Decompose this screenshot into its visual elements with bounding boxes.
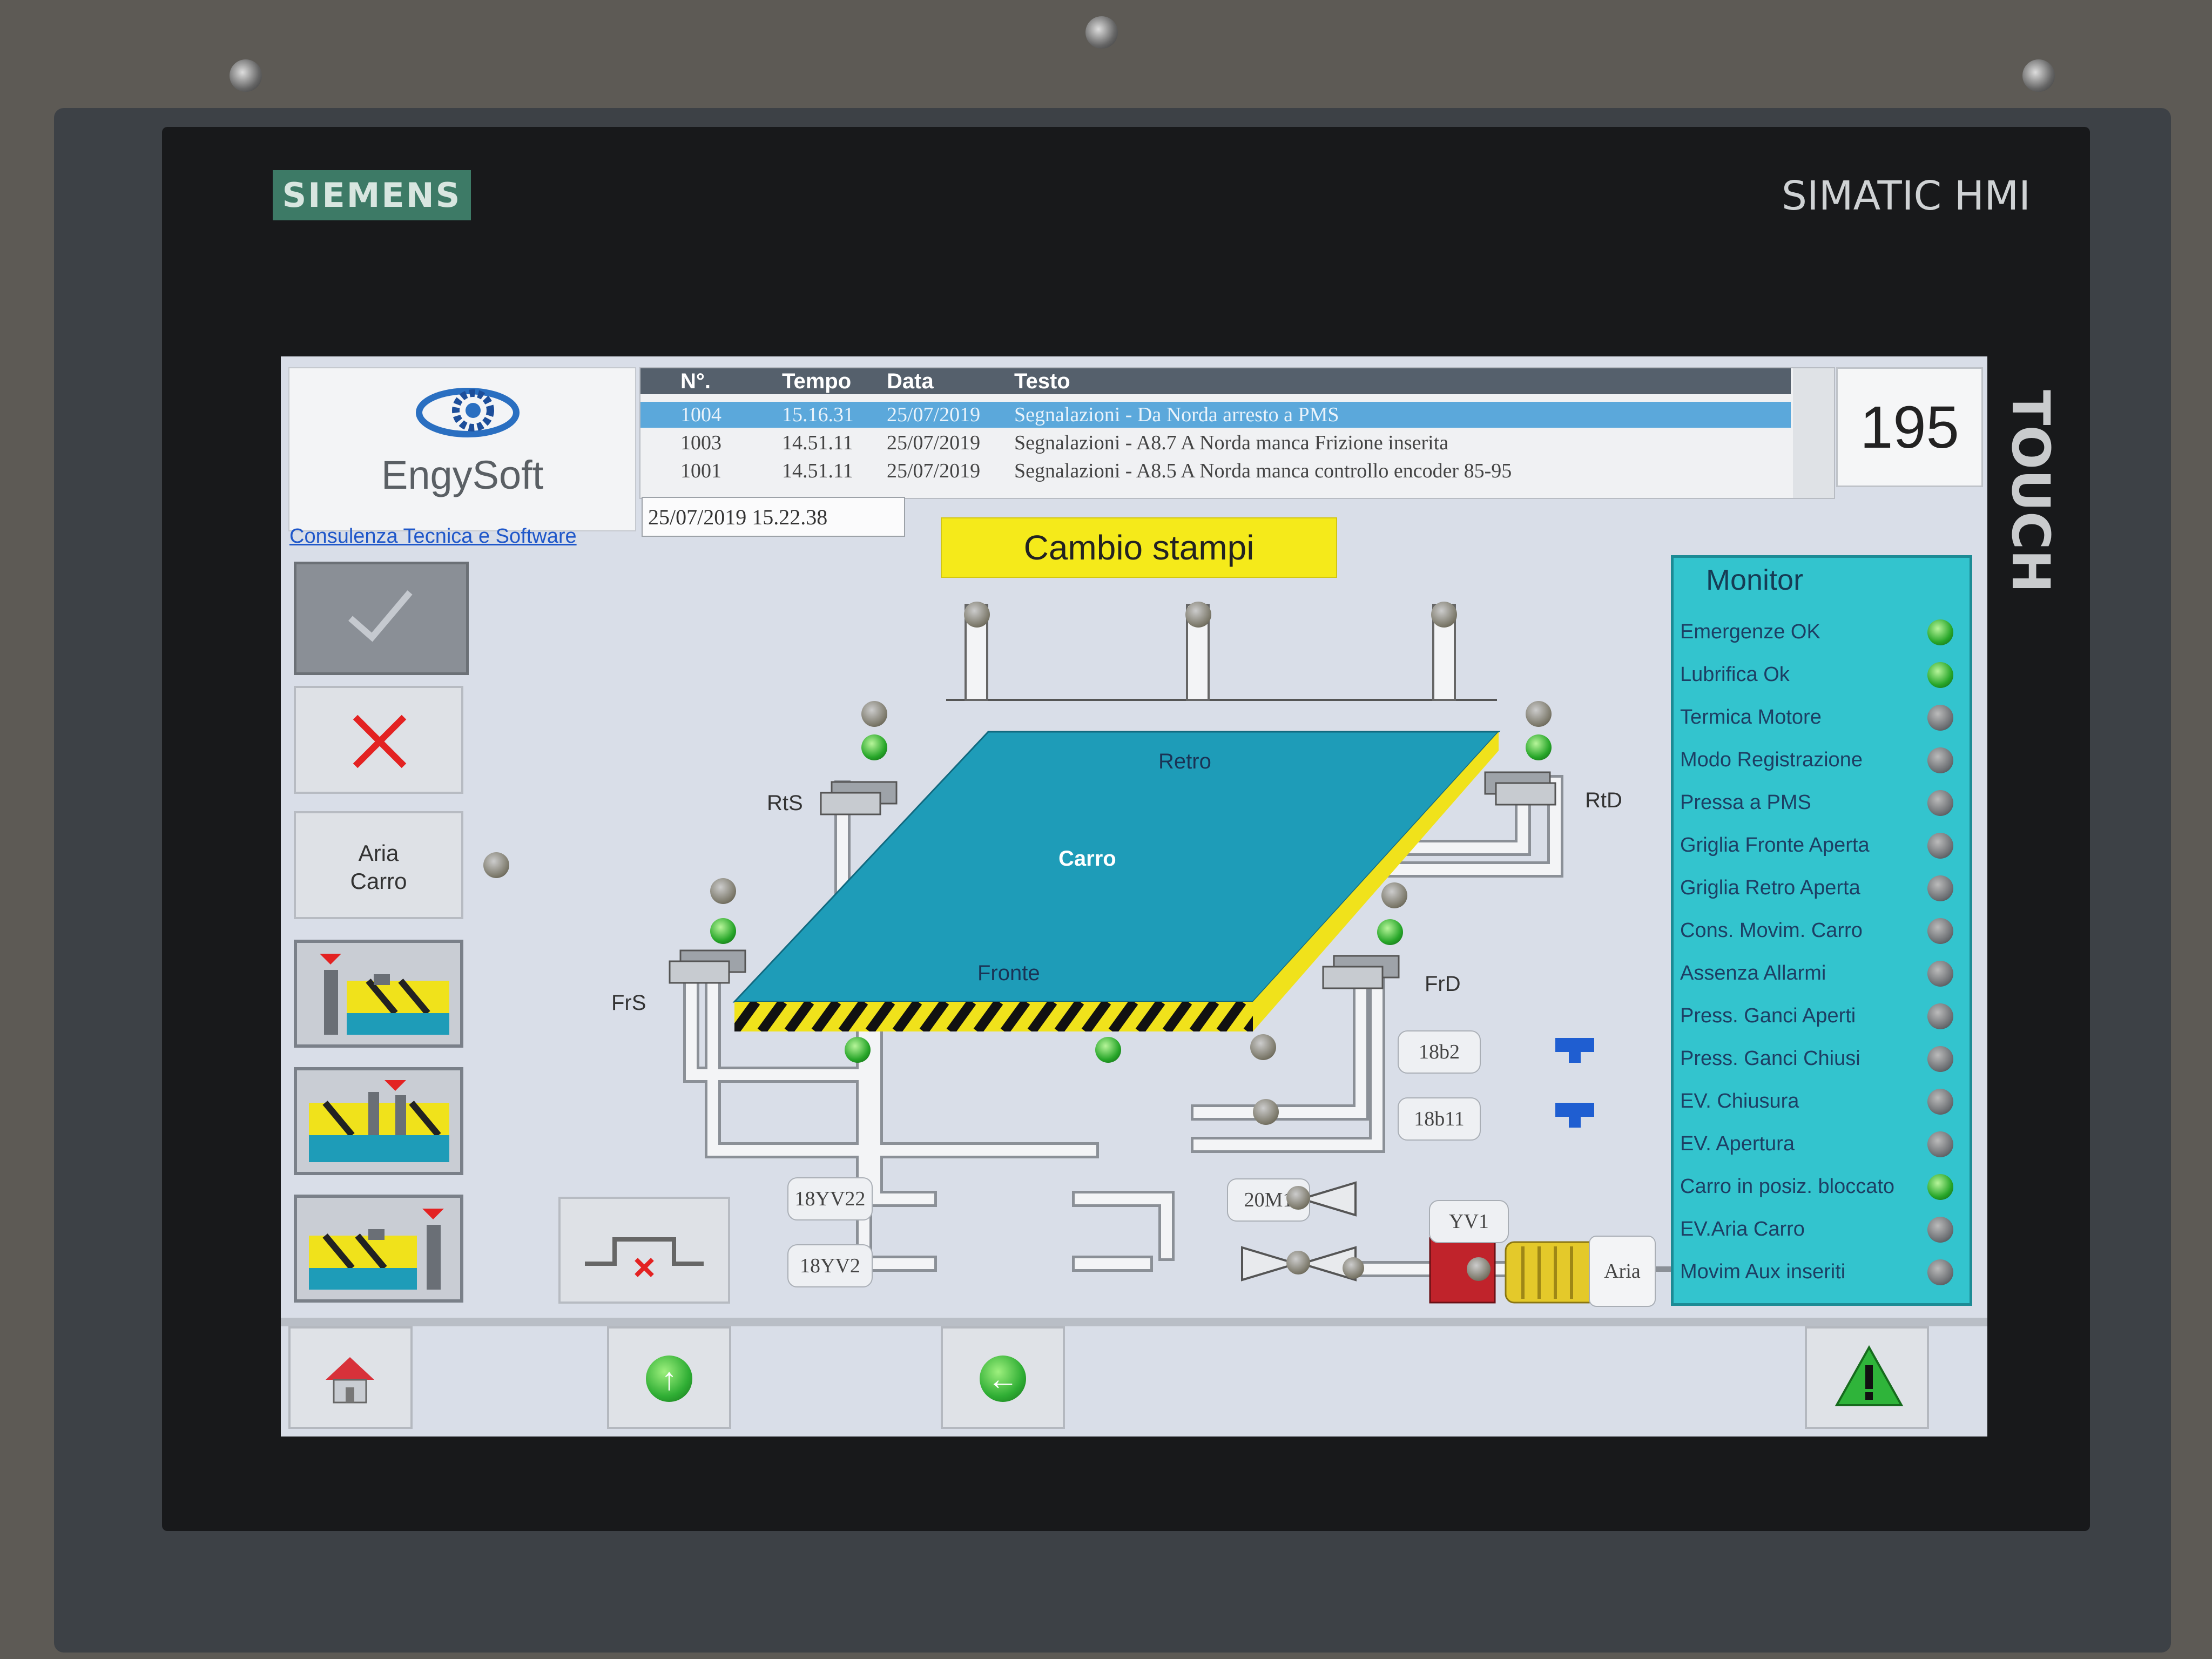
monitor-panel: Monitor Emergenze OK Lubrifica Ok Termic… [1671,555,1972,1306]
warning-icon [1835,1345,1904,1406]
monitor-item-label: Emergenze OK [1680,621,1820,643]
sensor-led [1095,1037,1121,1063]
tag-18b2: 18b2 [1398,1030,1481,1074]
sensor-led [710,918,736,944]
sensor-led [710,878,736,904]
monitor-item: Carro in posiz. bloccato [1680,1165,1961,1208]
status-led [1927,875,1953,901]
status-led [1927,1046,1953,1072]
status-led [1927,961,1953,987]
arrow-up-icon: ↑ [646,1355,692,1402]
sensor-led [1253,1099,1279,1125]
status-led [1927,619,1953,645]
monitor-item-label: EV. Apertura [1680,1132,1795,1155]
monitor-item: Modo Registrazione [1680,739,1961,781]
plate-front-label: Fronte [977,961,1040,985]
monitor-item: Emergenze OK [1680,611,1961,653]
status-led [1927,1217,1953,1243]
home-icon [326,1357,374,1404]
monitor-item: EV. Chiusura [1680,1080,1961,1122]
monitor-item: Lubrifica Ok [1680,653,1961,696]
monitor-item-label: Griglia Retro Aperta [1680,876,1860,899]
sensor-led [861,734,887,760]
status-led [1927,705,1953,731]
monitor-item-label: Press. Ganci Chiusi [1680,1047,1860,1070]
valve-led [1286,1251,1310,1274]
model-label: SIMATIC HMI [1781,173,2031,219]
corner-label-frs: FrS [611,991,646,1015]
monitor-item-label: Lubrifica Ok [1680,663,1790,686]
plate-center-label: Carro [1058,847,1116,871]
monitor-item: Press. Ganci Chiusi [1680,1037,1961,1080]
status-led [1927,1259,1953,1285]
tag-aria: Aria [1589,1236,1656,1307]
status-led [1927,662,1953,688]
sensor-led [1377,919,1403,945]
sensor-led [1431,602,1457,628]
status-led [1927,833,1953,859]
monitor-item-label: Cons. Movim. Carro [1680,919,1863,942]
sensor-led [1185,602,1211,628]
hmi-screen: EngySoft Consulenza Tecnica e Software N… [281,356,1987,1437]
status-led [1927,1174,1953,1200]
screw-icon [230,59,262,92]
monitor-item: EV.Aria Carro [1680,1208,1961,1250]
monitor-item-label: Pressa a PMS [1680,791,1811,814]
sensor-led [845,1037,871,1063]
monitor-item: Cons. Movim. Carro [1680,909,1961,952]
sensor-led [964,602,990,628]
alarms-button[interactable] [1805,1326,1929,1429]
sensor-led [1526,701,1552,727]
up-button[interactable]: ↑ [607,1326,731,1429]
monitor-item: Press. Ganci Aperti [1680,995,1961,1037]
tag-yv1: YV1 [1429,1200,1509,1243]
monitor-item: Griglia Retro Aperta [1680,867,1961,909]
screw-icon [2022,59,2055,92]
monitor-item-label: EV. Chiusura [1680,1090,1799,1112]
valve-led [1467,1257,1491,1281]
monitor-item-label: EV.Aria Carro [1680,1218,1805,1240]
monitor-item-label: Griglia Fronte Aperta [1680,834,1870,857]
home-button[interactable] [288,1326,413,1429]
touch-label: TOUCH [2000,390,2061,593]
monitor-item: Pressa a PMS [1680,781,1961,824]
monitor-item-label: Assenza Allarmi [1680,962,1826,984]
status-led [1927,790,1953,816]
monitor-item: Termica Motore [1680,696,1961,738]
status-led [1927,1131,1953,1157]
monitor-item-label: Press. Ganci Aperti [1680,1004,1856,1027]
arrow-left-icon: ← [980,1355,1026,1402]
monitor-item: Griglia Fronte Aperta [1680,824,1961,866]
monitor-item-label: Modo Registrazione [1680,748,1863,771]
monitor-item: Assenza Allarmi [1680,952,1961,994]
valve-led [1343,1257,1364,1279]
status-led [1927,1003,1953,1029]
monitor-item: Movim Aux inseriti [1680,1251,1961,1293]
corner-label-frd: FrD [1425,972,1461,996]
monitor-item-label: Termica Motore [1680,706,1822,729]
status-led [1927,1089,1953,1115]
sensor-led [861,701,887,727]
status-led [1927,918,1953,944]
sensor-led [1250,1034,1276,1060]
bottom-divider [281,1318,1987,1326]
brand-logo: SIEMENS [273,170,471,220]
status-led [1927,747,1953,773]
sensor-led [1381,882,1407,908]
monitor-title: Monitor [1706,564,1804,596]
monitor-item: EV. Apertura [1680,1123,1961,1165]
sensor-led [1526,734,1552,760]
monitor-item-label: Movim Aux inseriti [1680,1260,1846,1283]
tag-18b11: 18b11 [1398,1097,1481,1141]
corner-label-rts: RtS [767,791,803,815]
tag-18yv2: 18YV2 [787,1244,873,1287]
tag-18yv22: 18YV22 [787,1177,873,1220]
corner-label-rtd: RtD [1585,788,1622,812]
back-button[interactable]: ← [941,1326,1065,1429]
valve-led [1286,1186,1310,1210]
monitor-item-label: Carro in posiz. bloccato [1680,1175,1895,1198]
plate-back-label: Retro [1158,750,1211,773]
screw-icon [1085,16,1118,49]
